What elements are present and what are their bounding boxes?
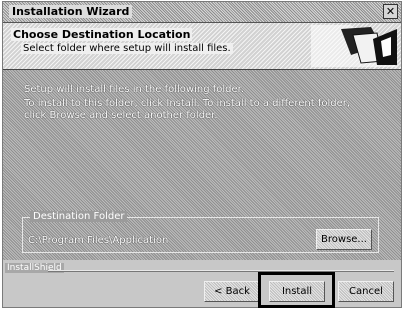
install-description: To install to this folder, click Install… — [24, 98, 351, 121]
installer-graphic-icon — [311, 25, 397, 67]
destination-path: C:\Program Files\Application — [28, 235, 169, 246]
close-button[interactable]: ✕ — [383, 4, 398, 19]
install-path-label: Setup will install files in the followin… — [24, 84, 245, 95]
close-icon: ✕ — [385, 5, 396, 18]
installer-window: Installation Wizard ✕ Choose Destination… — [2, 1, 402, 308]
browse-button[interactable]: Browse... — [316, 229, 372, 250]
wizard-header: Choose Destination Location Select folde… — [3, 23, 401, 70]
cancel-button[interactable]: Cancel — [338, 281, 394, 302]
destination-folder-label: Destination Folder — [30, 211, 128, 222]
window-title: Installation Wizard — [9, 5, 133, 18]
header-subtitle: Select folder where setup will install f… — [21, 43, 233, 54]
footer-separator — [48, 270, 394, 272]
back-button[interactable]: < Back — [204, 281, 260, 302]
title-bar[interactable]: Installation Wizard ✕ — [3, 2, 401, 23]
header-title: Choose Destination Location — [11, 28, 193, 41]
install-button-highlight — [258, 272, 335, 308]
